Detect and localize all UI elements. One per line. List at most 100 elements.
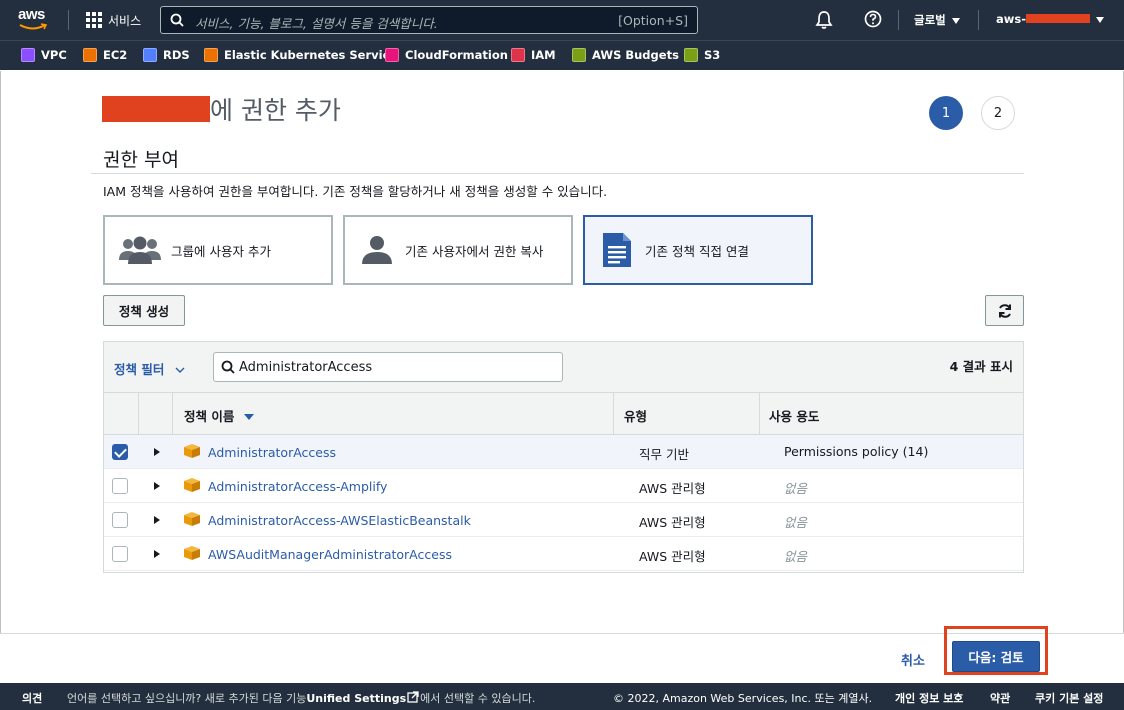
favorite-budgets[interactable]: AWS Budgets xyxy=(572,48,679,62)
favorite-vpc[interactable]: VPC xyxy=(21,48,67,62)
policy-table: 정책 필터 AdministratorAccess 4 결과 표시 정책 이름 … xyxy=(103,341,1024,573)
account-menu[interactable]: aws- xyxy=(996,12,1105,26)
favorite-rds[interactable]: RDS xyxy=(143,48,190,62)
nav-divider xyxy=(898,10,899,30)
next-review-button[interactable]: 다음: 검토 xyxy=(952,641,1040,672)
favorite-cloudformation[interactable]: CloudFormation xyxy=(385,48,508,62)
redacted-account-block xyxy=(1026,14,1091,23)
footer: 의견 언어를 선택하고 싶으십니까? 새로 추가된 다음 기능Unified S… xyxy=(0,683,1124,710)
column-label: 정책 이름 xyxy=(184,409,235,424)
result-count: 4 결과 표시 xyxy=(949,359,1013,374)
column-header-policy-name[interactable]: 정책 이름 xyxy=(184,406,254,425)
page-title: 에 권한 추가 xyxy=(102,91,341,127)
refresh-icon xyxy=(998,303,1011,318)
table-row[interactable]: AdministratorAccess 직무 기반 Permissions po… xyxy=(104,435,1023,469)
region-selector[interactable]: 글로벌 xyxy=(914,12,960,28)
favorite-label: RDS xyxy=(163,48,190,62)
row-checkbox[interactable] xyxy=(112,546,128,562)
row-checkbox[interactable] xyxy=(112,444,128,460)
policy-box-icon xyxy=(184,546,200,560)
search-icon xyxy=(221,360,235,374)
option-copy-permissions[interactable]: 기존 사용자에서 권한 복사 xyxy=(343,215,573,285)
eks-service-icon xyxy=(204,48,218,62)
column-header-type[interactable]: 유형 xyxy=(624,406,647,425)
search-shortcut: [Option+S] xyxy=(618,13,688,28)
favorite-ec2[interactable]: EC2 xyxy=(83,48,127,62)
policy-name-link[interactable]: AWSAuditManagerAdministratorAccess xyxy=(208,547,452,562)
s3-service-icon xyxy=(684,48,698,62)
wizard-step-2[interactable]: 2 xyxy=(981,96,1015,130)
option-attach-policies[interactable]: 기존 정책 직접 연결 xyxy=(583,215,813,285)
row-checkbox[interactable] xyxy=(112,478,128,494)
column-divider xyxy=(172,393,173,435)
help-icon[interactable] xyxy=(864,10,882,28)
option-label: 기존 사용자에서 권한 복사 xyxy=(405,243,544,259)
feedback-link[interactable]: 의견 xyxy=(22,690,42,706)
column-divider xyxy=(613,393,614,435)
expand-row-icon[interactable] xyxy=(154,550,160,558)
cloudformation-service-icon xyxy=(385,48,399,62)
caret-down-icon xyxy=(1096,16,1105,23)
table-row[interactable]: AdministratorAccess-Amplify AWS 관리형 없음 xyxy=(104,469,1023,503)
favorite-label: IAM xyxy=(531,48,556,62)
table-filter-bar: 정책 필터 AdministratorAccess 4 결과 표시 xyxy=(104,342,1023,393)
wizard-step-1[interactable]: 1 xyxy=(929,96,963,130)
row-checkbox[interactable] xyxy=(112,512,128,528)
policy-filter-dropdown[interactable]: 정책 필터 xyxy=(114,359,185,378)
column-divider xyxy=(138,393,139,435)
nav-divider xyxy=(68,10,69,30)
terms-link[interactable]: 약관 xyxy=(990,690,1010,706)
policy-name-link[interactable]: AdministratorAccess xyxy=(208,445,336,460)
policy-type: AWS 관리형 xyxy=(639,549,706,564)
document-icon xyxy=(603,233,631,267)
table-row[interactable]: AdministratorAccess-AWSElasticBeanstalk … xyxy=(104,503,1023,537)
account-name: aws- xyxy=(996,12,1027,26)
caret-down-icon xyxy=(951,17,960,24)
global-search-input[interactable]: 서비스, 기능, 블로그, 설명서 등을 검색합니다. [Option+S] xyxy=(160,6,698,34)
policy-search-value: AdministratorAccess xyxy=(239,360,373,375)
filter-label: 정책 필터 xyxy=(114,362,165,377)
expand-row-icon[interactable] xyxy=(154,448,160,456)
services-menu-button[interactable]: 서비스 xyxy=(86,10,141,30)
main-content: 에 권한 추가 1 2 권한 부여 IAM 정책을 사용하여 권한을 부여합니다… xyxy=(0,71,1124,633)
aws-logo[interactable]: aws xyxy=(18,6,52,34)
cancel-link[interactable]: 취소 xyxy=(901,650,925,669)
aws-smile-icon xyxy=(19,23,47,30)
user-icon xyxy=(362,236,392,264)
policy-box-icon xyxy=(184,512,200,526)
refresh-button[interactable] xyxy=(985,295,1024,326)
policy-name-link[interactable]: AdministratorAccess-Amplify xyxy=(208,479,387,494)
policy-usage: 없음 xyxy=(784,481,808,496)
bell-icon[interactable] xyxy=(815,10,833,30)
table-row[interactable]: AWSAuditManagerAdministratorAccess AWS 관… xyxy=(104,537,1023,571)
language-notice: 언어를 선택하고 싶으십니까? 새로 추가된 다음 기능Unified Sett… xyxy=(67,690,535,706)
section-description: IAM 정책을 사용하여 권한을 부여합니다. 기존 정책을 할당하거나 새 정… xyxy=(103,184,608,199)
favorite-iam[interactable]: IAM xyxy=(511,48,556,62)
expand-row-icon[interactable] xyxy=(154,516,160,524)
column-header-usage[interactable]: 사용 용도 xyxy=(769,406,819,425)
favorite-label: EC2 xyxy=(103,48,128,62)
section-title: 권한 부여 xyxy=(103,149,179,171)
favorite-s3[interactable]: S3 xyxy=(684,48,720,62)
favorite-label: AWS Budgets xyxy=(592,48,679,62)
favorite-eks[interactable]: Elastic Kubernetes Service xyxy=(204,48,397,62)
policy-usage: 없음 xyxy=(784,549,808,564)
option-add-to-group[interactable]: 그룹에 사용자 추가 xyxy=(103,215,333,285)
table-header: 정책 이름 유형 사용 용도 xyxy=(104,393,1023,435)
budgets-service-icon xyxy=(572,48,586,62)
cookie-preferences-link[interactable]: 쿠키 기본 설정 xyxy=(1035,690,1103,706)
create-policy-button[interactable]: 정책 생성 xyxy=(103,295,185,326)
expand-row-icon[interactable] xyxy=(154,482,160,490)
page-title-text: 에 권한 추가 xyxy=(210,96,341,125)
policy-type: AWS 관리형 xyxy=(639,481,706,496)
privacy-link[interactable]: 개인 정보 보호 xyxy=(895,690,963,706)
top-navigation: aws 서비스 서비스, 기능, 블로그, 설명서 등을 검색합니다. [Opt… xyxy=(0,0,1124,40)
users-group-icon xyxy=(119,236,161,264)
grid-icon xyxy=(86,12,102,28)
policy-type: AWS 관리형 xyxy=(639,515,706,530)
favorites-bar: VPC EC2 RDS Elastic Kubernetes Service C… xyxy=(0,40,1124,70)
sort-down-icon xyxy=(243,414,254,420)
unified-settings-link[interactable]: Unified Settings xyxy=(306,692,406,705)
policy-name-link[interactable]: AdministratorAccess-AWSElasticBeanstalk xyxy=(208,513,471,528)
policy-search-input[interactable]: AdministratorAccess xyxy=(213,352,563,382)
